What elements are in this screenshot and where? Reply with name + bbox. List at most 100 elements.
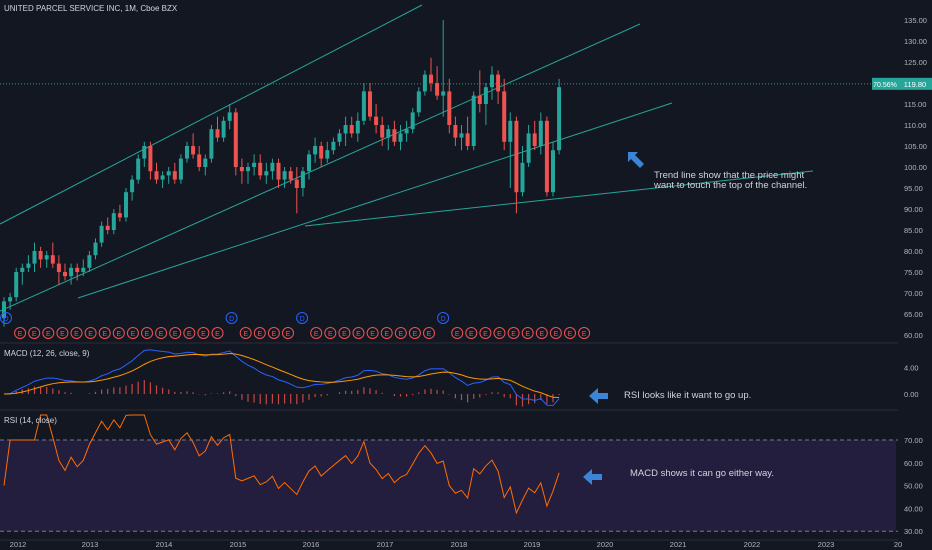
- candle-body: [557, 87, 562, 151]
- candle-body: [160, 175, 165, 180]
- candle-body: [410, 112, 415, 130]
- event-marker-label: E: [159, 331, 164, 338]
- price-tick-label: 125.00: [904, 58, 927, 67]
- rsi-tick-label: 50.00: [904, 482, 923, 491]
- candle-body: [166, 171, 171, 176]
- event-marker-label: E: [370, 331, 375, 338]
- candle-body: [300, 171, 305, 188]
- candle-body: [538, 120, 543, 146]
- price-tick-label: 75.00: [904, 268, 923, 277]
- candle-body: [398, 133, 403, 142]
- price-tick-label: 65.00: [904, 310, 923, 319]
- rsi-tick-label: 30.00: [904, 527, 923, 536]
- candle-body: [148, 146, 153, 172]
- event-marker-label: E: [554, 331, 559, 338]
- candle-body: [56, 263, 61, 272]
- annotation-arrow-icon: [589, 388, 608, 404]
- event-marker-label: E: [384, 331, 389, 338]
- candle-body: [178, 158, 183, 180]
- candle-body: [69, 267, 74, 277]
- candle-body: [441, 91, 446, 96]
- event-marker-label: E: [314, 331, 319, 338]
- time-tick-label: 2021: [670, 540, 687, 549]
- event-marker-label: E: [243, 331, 248, 338]
- candle-body: [75, 267, 80, 272]
- last-price-label: 119.80: [904, 80, 926, 89]
- candle-body: [368, 91, 372, 117]
- candle-body: [203, 158, 208, 167]
- candle-body: [227, 112, 232, 121]
- candle-body: [508, 120, 513, 142]
- chart-canvas[interactable]: 60.00 65.00 70.00 75.00 80.00 85.00 90.00 95.00…: [0, 0, 932, 550]
- event-marker-label: E: [60, 331, 65, 338]
- candle-body: [50, 255, 55, 264]
- time-tick-label: 2012: [10, 540, 27, 549]
- candle-body: [44, 255, 49, 260]
- trend-line: [77, 102, 673, 299]
- event-marker-label: E: [525, 331, 530, 338]
- event-marker-label: E: [427, 331, 432, 338]
- candle-body: [483, 87, 488, 104]
- event-marker-label: E: [356, 331, 361, 338]
- rsi-tick-label: 60.00: [904, 459, 923, 468]
- candle-body: [172, 171, 177, 180]
- candle-body: [355, 120, 360, 134]
- event-marker-label: E: [328, 331, 333, 338]
- candle-body: [374, 116, 379, 125]
- price-tick-label: 135.00: [904, 16, 927, 25]
- price-tick-label: 105.00: [904, 142, 927, 151]
- candle-body: [14, 272, 19, 298]
- candle-body: [435, 83, 440, 96]
- price-tick-label: 80.00: [904, 247, 923, 256]
- event-marker-label: E: [257, 331, 262, 338]
- chart-title: UNITED PARCEL SERVICE INC, 1M, Cboe BZX: [4, 4, 178, 13]
- candle-body: [386, 129, 391, 138]
- candle-body: [392, 129, 397, 142]
- price-tick-label: 95.00: [904, 184, 923, 193]
- time-tick-label: 2022: [744, 540, 761, 549]
- price-tick-label: 85.00: [904, 226, 923, 235]
- candle-body: [416, 91, 421, 113]
- time-tick-label: 2018: [451, 540, 468, 549]
- candle-body: [551, 150, 555, 193]
- candle-body: [276, 162, 281, 180]
- candle-body: [258, 162, 263, 176]
- candle-body: [209, 129, 214, 159]
- event-marker-label: E: [469, 331, 474, 338]
- candle-body: [453, 125, 458, 138]
- candle-body: [87, 255, 92, 268]
- candle-body: [26, 263, 31, 268]
- candle-body: [349, 125, 354, 134]
- event-marker-label: D: [441, 316, 446, 323]
- event-marker-label: E: [74, 331, 79, 338]
- candle-body: [404, 129, 409, 134]
- candle-body: [532, 133, 537, 146]
- event-marker-label: D: [229, 316, 234, 323]
- candle-body: [246, 167, 250, 172]
- candle-body: [233, 112, 238, 167]
- rsi-label: RSI (14, close): [4, 416, 57, 425]
- event-marker-label: E: [187, 331, 192, 338]
- candle-body: [105, 225, 110, 230]
- event-marker-label: E: [483, 331, 488, 338]
- event-marker-label: E: [145, 331, 150, 338]
- time-tick-label: 2013: [82, 540, 99, 549]
- candle-body: [8, 297, 13, 302]
- macd-tick-label: 0.00: [904, 390, 919, 399]
- candle-body: [142, 146, 147, 159]
- candle-body: [477, 95, 482, 104]
- candle-body: [185, 146, 189, 159]
- candle-body: [270, 162, 275, 172]
- rsi-tick-label: 40.00: [904, 504, 923, 513]
- candle-body: [361, 91, 366, 121]
- candle-body: [288, 171, 293, 180]
- annotation-macd: MACD shows it can go either way.: [630, 468, 774, 479]
- candle-body: [490, 74, 494, 88]
- candle-body: [221, 120, 226, 138]
- candle-body: [99, 225, 104, 243]
- candle-body: [130, 179, 135, 193]
- candle-body: [154, 171, 159, 180]
- price-tick-label: 70.00: [904, 289, 923, 298]
- candle-body: [447, 91, 452, 125]
- time-tick-label: 2023: [818, 540, 835, 549]
